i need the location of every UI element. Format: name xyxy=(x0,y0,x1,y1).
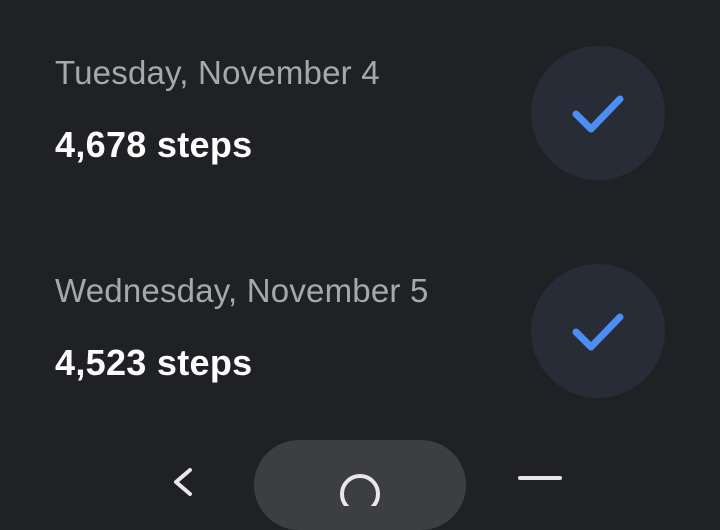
checkmark-icon xyxy=(572,313,624,351)
entry-date: Tuesday, November 4 xyxy=(55,54,380,91)
entry-steps: 4,523 steps xyxy=(55,342,253,383)
entry-date: Wednesday, November 5 xyxy=(55,272,429,309)
menu-icon[interactable] xyxy=(518,474,562,494)
list-item[interactable]: Tuesday, November 4 4,678 steps xyxy=(0,0,720,200)
list-item[interactable]: Wednesday, November 5 4,523 steps xyxy=(0,218,720,418)
navigation-bar xyxy=(0,430,720,530)
check-button[interactable] xyxy=(531,46,665,180)
checkmark-icon xyxy=(572,95,624,133)
home-icon[interactable] xyxy=(332,466,388,506)
entry-steps: 4,678 steps xyxy=(55,124,253,165)
back-icon[interactable] xyxy=(160,468,200,498)
check-button[interactable] xyxy=(531,264,665,398)
